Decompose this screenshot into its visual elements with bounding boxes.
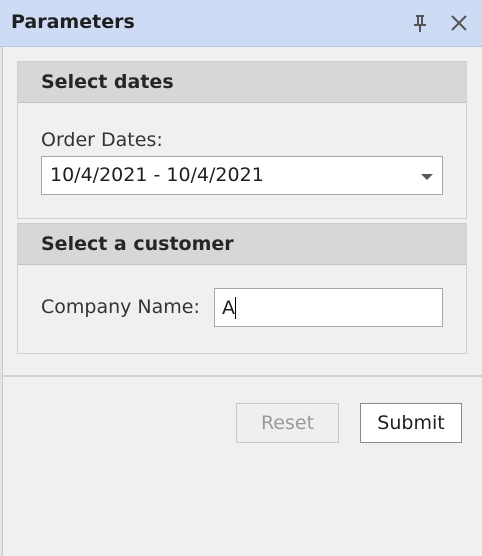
- text-caret: [235, 297, 236, 319]
- panel-titlebar: Parameters: [0, 0, 482, 47]
- order-dates-value: 10/4/2021 - 10/4/2021: [50, 164, 264, 186]
- select-customer-title: Select a customer: [41, 233, 234, 255]
- panel-left-edge: [0, 47, 3, 556]
- company-name-label: Company Name:: [41, 296, 200, 318]
- order-dates-label: Order Dates:: [41, 129, 163, 151]
- select-dates-header: Select dates: [18, 62, 466, 103]
- submit-button[interactable]: Submit: [360, 403, 462, 443]
- panel-separator: [3, 375, 482, 377]
- reset-button[interactable]: Reset: [236, 403, 339, 443]
- select-dates-group: Select dates Order Dates: 10/4/2021 - 10…: [17, 61, 467, 219]
- company-name-input[interactable]: A: [214, 288, 443, 327]
- pin-icon[interactable]: [409, 12, 431, 34]
- company-name-value: A: [222, 297, 235, 319]
- chevron-down-icon[interactable]: [421, 174, 433, 180]
- select-customer-header: Select a customer: [18, 224, 466, 265]
- order-dates-combo[interactable]: 10/4/2021 - 10/4/2021: [41, 156, 443, 195]
- close-icon[interactable]: [448, 12, 470, 34]
- parameters-panel: Parameters Select dates Order Dates: 10/…: [0, 0, 482, 556]
- select-customer-group: Select a customer Company Name: A: [17, 223, 467, 354]
- select-dates-title: Select dates: [41, 71, 174, 93]
- panel-title: Parameters: [11, 11, 135, 33]
